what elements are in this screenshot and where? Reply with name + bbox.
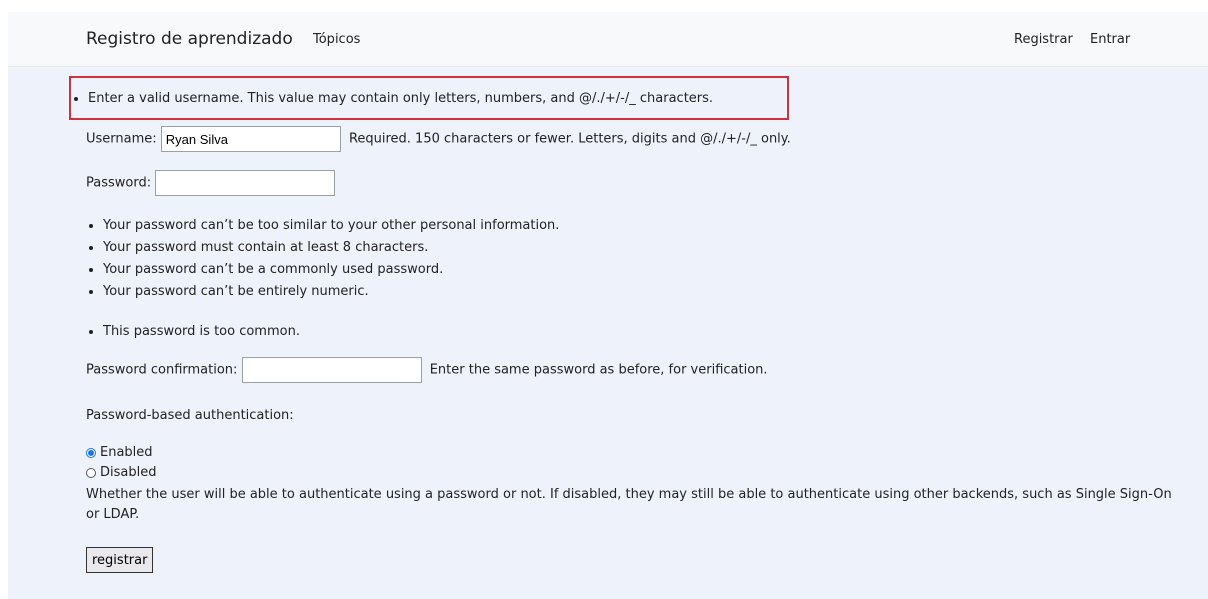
auth-option-disabled[interactable]: Disabled: [86, 463, 156, 483]
confirm-row: Password confirmation: Enter the same pa…: [86, 357, 768, 383]
username-error-message: Enter a valid username. This value may c…: [88, 88, 713, 110]
nav-registrar-link[interactable]: Registrar: [1014, 32, 1073, 47]
confirm-label: Password confirmation:: [86, 362, 238, 378]
radio-disabled[interactable]: [86, 468, 96, 478]
brand-link[interactable]: Registro de aprendizado: [86, 29, 293, 49]
auth-label: Password-based authentication:: [86, 408, 294, 423]
username-input[interactable]: [160, 126, 341, 152]
auth-radio-group: Enabled Disabled: [86, 443, 156, 483]
username-error-box: Enter a valid username. This value may c…: [69, 76, 789, 120]
password-help-item: Your password must contain at least 8 ch…: [103, 237, 559, 259]
auth-option-enabled[interactable]: Enabled: [86, 443, 156, 463]
password-input[interactable]: [155, 170, 336, 196]
password-label: Password:: [86, 175, 152, 191]
password-error-list: This password is too common.: [86, 321, 300, 343]
auth-option-label: Disabled: [100, 465, 157, 480]
submit-row: registrar: [86, 547, 154, 573]
auth-help: Whether the user will be able to authent…: [86, 487, 1172, 522]
username-label: Username:: [86, 131, 157, 147]
auth-option-label: Enabled: [100, 445, 153, 460]
password-row: Password:: [86, 170, 339, 196]
nav-entrar-link[interactable]: Entrar: [1090, 32, 1130, 47]
page-frame: Registro de aprendizado Tópicos Registra…: [8, 12, 1208, 599]
nav-topicos-link[interactable]: Tópicos: [313, 32, 360, 47]
radio-enabled[interactable]: [86, 448, 96, 458]
navbar: Registro de aprendizado Tópicos Registra…: [8, 12, 1208, 67]
password-error-message: This password is too common.: [103, 321, 300, 343]
password-help-list: Your password can’t be too similar to yo…: [86, 215, 559, 303]
confirm-help: Enter the same password as before, for v…: [429, 362, 768, 378]
password-help-item: Your password can’t be entirely numeric.: [103, 281, 559, 303]
registrar-button[interactable]: registrar: [86, 547, 154, 573]
username-row: Username: Required. 150 characters or fe…: [86, 126, 791, 152]
password-help-item: Your password can’t be a commonly used p…: [103, 259, 559, 281]
password-help-item: Your password can’t be too similar to yo…: [103, 215, 559, 237]
username-help: Required. 150 characters or fewer. Lette…: [348, 131, 791, 147]
password-confirm-input[interactable]: [241, 357, 422, 383]
